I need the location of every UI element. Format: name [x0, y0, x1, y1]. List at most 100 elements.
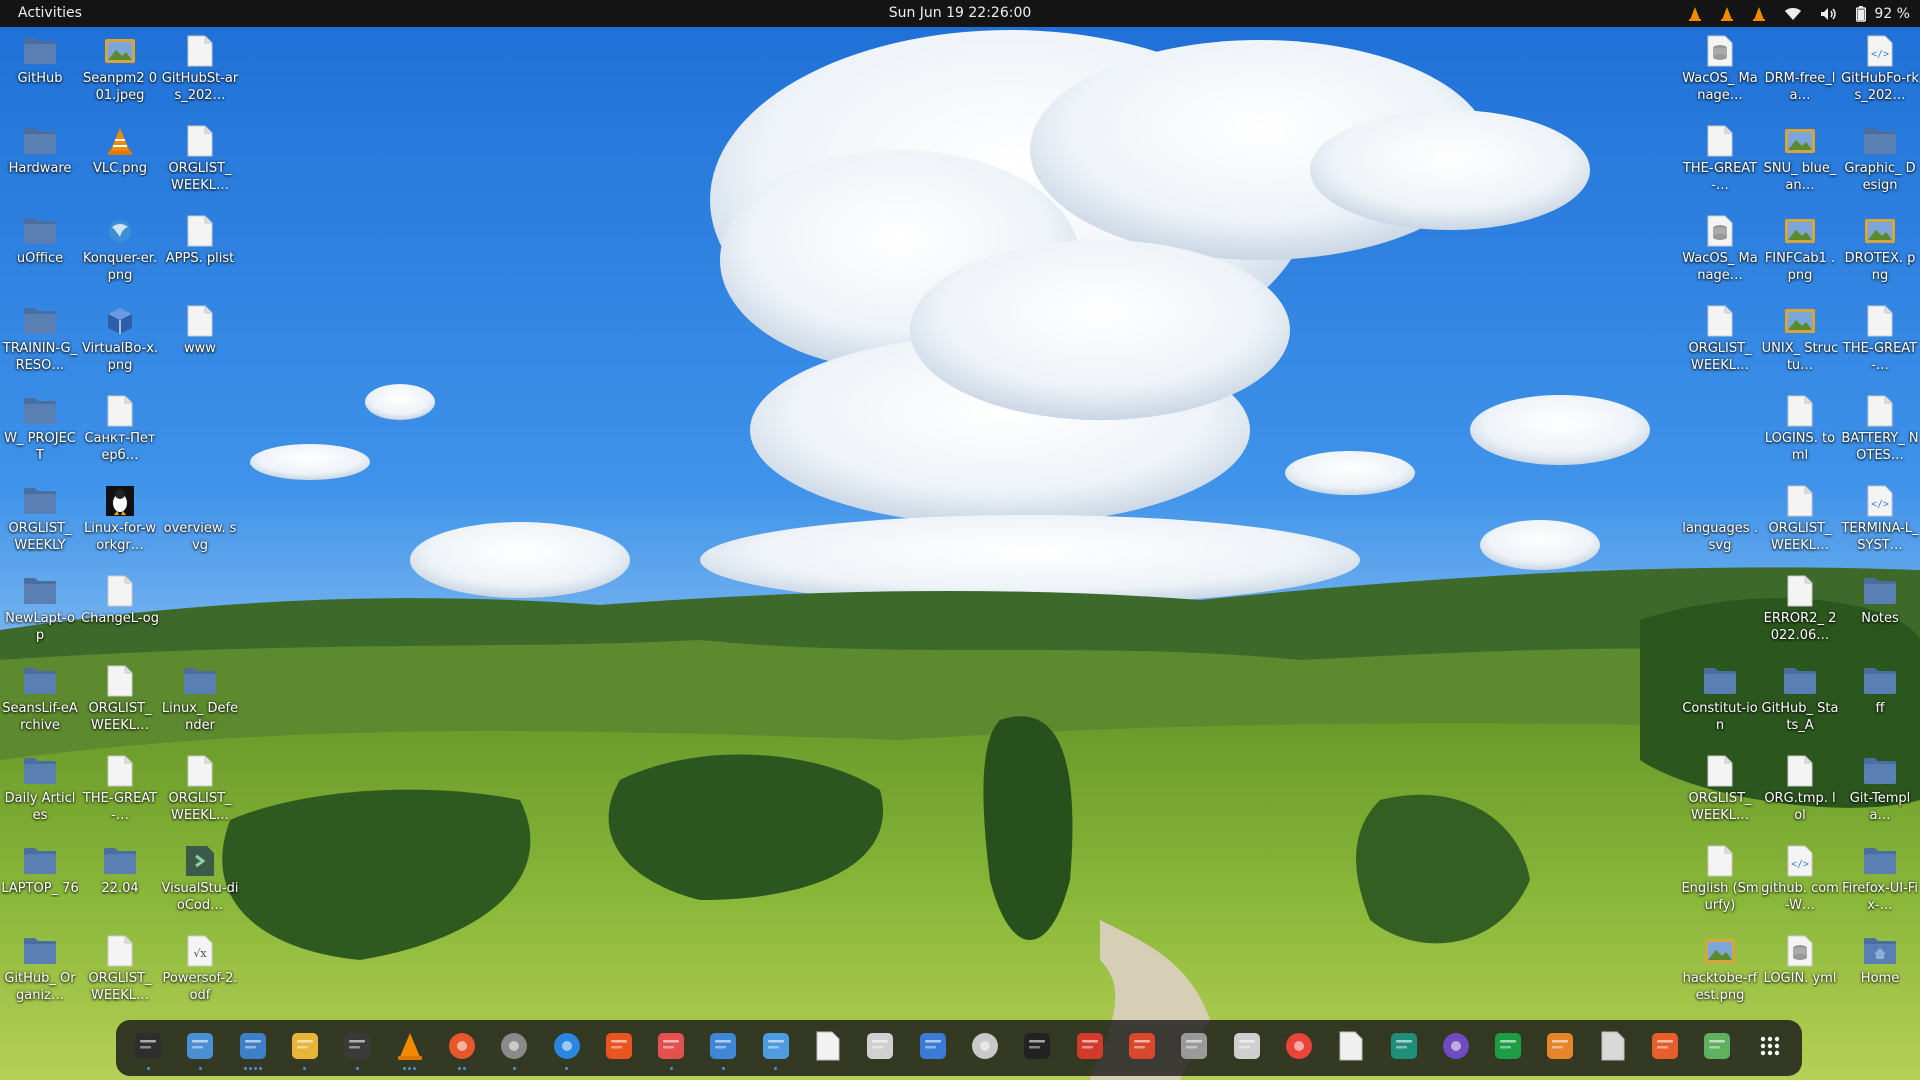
wifi-icon[interactable]: [1784, 7, 1802, 21]
desktop-item[interactable]: ChangeL-og: [80, 572, 160, 662]
desktop-item[interactable]: DRM-free_la…: [1760, 32, 1840, 122]
desktop-item[interactable]: Hardware: [0, 122, 80, 212]
desktop-item[interactable]: VisualStu-dioCod…: [160, 842, 240, 932]
desktop-item[interactable]: √x Powersof-2.odf: [160, 932, 240, 1022]
dock-tweaks-button[interactable]: [756, 1026, 796, 1070]
desktop-item[interactable]: ORGLIST_ WEEKL…: [1760, 482, 1840, 572]
battery-icon[interactable]: [1856, 6, 1867, 22]
dock-screen-recorder-button[interactable]: [1436, 1026, 1476, 1070]
dock-archive-button[interactable]: [1174, 1026, 1214, 1070]
dock-impress-button[interactable]: [1540, 1026, 1580, 1070]
dock-firefox-button[interactable]: [442, 1026, 482, 1070]
dock-files-button[interactable]: [180, 1026, 220, 1070]
desktop-item[interactable]: WacOS_ Manage…: [1680, 32, 1760, 122]
desktop-item[interactable]: Konquer-er.png: [80, 212, 160, 302]
desktop-item[interactable]: Graphic_ Design: [1840, 122, 1920, 212]
dock-screenshot-button[interactable]: [860, 1026, 900, 1070]
desktop-item[interactable]: Daily Articles: [0, 752, 80, 842]
desktop-item[interactable]: LOGINS. toml: [1760, 392, 1840, 482]
dock-books-button[interactable]: [1331, 1026, 1371, 1070]
dock-calc-button[interactable]: [1488, 1026, 1528, 1070]
dock-calculator-button[interactable]: [285, 1026, 325, 1070]
dock-terminal-button[interactable]: [337, 1026, 377, 1070]
desktop-item[interactable]: Linux_ Defender: [160, 662, 240, 752]
desktop-item[interactable]: W_ PROJECT: [0, 392, 80, 482]
clock[interactable]: Sun Jun 19 22:26:00: [889, 5, 1032, 21]
dock-inkscape-button[interactable]: [1017, 1026, 1057, 1070]
dock-app-grid-button[interactable]: [1750, 1026, 1790, 1070]
vlc-tray-icon[interactable]: [1688, 6, 1702, 22]
desktop-item[interactable]: UNIX_ Structu…: [1760, 302, 1840, 392]
desktop-item[interactable]: overview. svg: [160, 482, 240, 572]
desktop-item[interactable]: English (Smurfy): [1680, 842, 1760, 932]
desktop-item[interactable]: ORGLIST_ WEEKLY: [0, 482, 80, 572]
desktop-item[interactable]: THE-GREAT-…: [1840, 302, 1920, 392]
desktop-item[interactable]: Linux-for-workgr…: [80, 482, 160, 572]
desktop-item[interactable]: ORGLIST_ WEEKL…: [160, 122, 240, 212]
desktop-item[interactable]: </> TERMINA-L_SYST…: [1840, 482, 1920, 572]
desktop-item[interactable]: VirtualBo-x.png: [80, 302, 160, 392]
desktop-item[interactable]: Constitut-ion: [1680, 662, 1760, 752]
desktop-item[interactable]: ORG.tmp. lol: [1760, 752, 1840, 842]
dock-math-button[interactable]: [1593, 1026, 1633, 1070]
desktop-item[interactable]: ff: [1840, 662, 1920, 752]
dock-performance-button[interactable]: [651, 1026, 691, 1070]
desktop-item[interactable]: Санкт-Петерб…: [80, 392, 160, 482]
desktop-item[interactable]: LOGIN. yml: [1760, 932, 1840, 1022]
desktop-item[interactable]: TRAININ-G_RESO…: [0, 302, 80, 392]
dock-game-button[interactable]: [1122, 1026, 1162, 1070]
desktop-item[interactable]: hacktobe-rfest.png: [1680, 932, 1760, 1022]
desktop-item[interactable]: www: [160, 302, 240, 392]
activities-button[interactable]: Activities: [18, 5, 82, 21]
battery-percentage[interactable]: 92 %: [1874, 6, 1910, 22]
desktop-item[interactable]: GitHub_ Stats_A: [1760, 662, 1840, 752]
desktop-item[interactable]: THE-GREAT-…: [80, 752, 160, 842]
dock-software-button[interactable]: [599, 1026, 639, 1070]
desktop-item[interactable]: ORGLIST_ WEEKL…: [1680, 752, 1760, 842]
desktop-item[interactable]: NewLapt-op: [0, 572, 80, 662]
desktop-item[interactable]: Home: [1840, 932, 1920, 1022]
desktop-item[interactable]: ORGLIST_ WEEKL…: [1680, 302, 1760, 392]
dock-editor-button[interactable]: [703, 1026, 743, 1070]
desktop-item[interactable]: DROTEX. png: [1840, 212, 1920, 302]
desktop-item[interactable]: languages .svg: [1680, 482, 1760, 572]
dock-trash-button[interactable]: [1697, 1026, 1737, 1070]
desktop-item[interactable]: GitHubSt-ars_202…: [160, 32, 240, 122]
desktop-item[interactable]: 22.04: [80, 842, 160, 932]
desktop-item[interactable]: THE-GREAT-…: [1680, 122, 1760, 212]
desktop-item[interactable]: Git-Templa…: [1840, 752, 1920, 842]
desktop-item[interactable]: ORGLIST_ WEEKL…: [80, 932, 160, 1022]
dock-vlc-button[interactable]: [390, 1026, 430, 1070]
dock-help-button[interactable]: [547, 1026, 587, 1070]
desktop-item[interactable]: GitHub_ Organiz…: [0, 932, 80, 1022]
dock-system-monitor-button[interactable]: [128, 1026, 168, 1070]
desktop-item[interactable]: VLC.png: [80, 122, 160, 212]
dock-virtualbox-button[interactable]: [913, 1026, 953, 1070]
desktop-item[interactable]: </> github. com-W…: [1760, 842, 1840, 932]
dock-draw-button[interactable]: [1645, 1026, 1685, 1070]
dock-chrome-button[interactable]: [1279, 1026, 1319, 1070]
desktop-item[interactable]: </> GitHubFo-rks_202…: [1840, 32, 1920, 122]
dock-document-button[interactable]: [808, 1026, 848, 1070]
desktop-item[interactable]: BATTERY_ NOTES…: [1840, 392, 1920, 482]
desktop-item[interactable]: ORGLIST_ WEEKL…: [80, 662, 160, 752]
dock-boat-button[interactable]: [1070, 1026, 1110, 1070]
desktop-item[interactable]: FINFCab1 .png: [1760, 212, 1840, 302]
dock-settings-button[interactable]: [494, 1026, 534, 1070]
desktop-item[interactable]: Firefox-UI-Fix-…: [1840, 842, 1920, 932]
vlc-tray-icon[interactable]: [1720, 6, 1734, 22]
vlc-tray-icon[interactable]: [1752, 6, 1766, 22]
dock-gitkraken-button[interactable]: [1384, 1026, 1424, 1070]
dock-text-editor-button[interactable]: [233, 1026, 273, 1070]
desktop-item[interactable]: GitHub: [0, 32, 80, 122]
desktop-item[interactable]: SNU_ blue_an…: [1760, 122, 1840, 212]
desktop-item[interactable]: ORGLIST_ WEEKL…: [160, 752, 240, 842]
volume-icon[interactable]: [1820, 7, 1838, 21]
desktop-item[interactable]: Notes: [1840, 572, 1920, 662]
desktop-item[interactable]: APPS. plist: [160, 212, 240, 302]
desktop-item[interactable]: LAPTOP_ 76: [0, 842, 80, 932]
desktop-item[interactable]: SeansLif-eArchive: [0, 662, 80, 752]
desktop-item[interactable]: WacOS_ Manage…: [1680, 212, 1760, 302]
dock-search-button[interactable]: [1227, 1026, 1267, 1070]
dock-camera-button[interactable]: [965, 1026, 1005, 1070]
